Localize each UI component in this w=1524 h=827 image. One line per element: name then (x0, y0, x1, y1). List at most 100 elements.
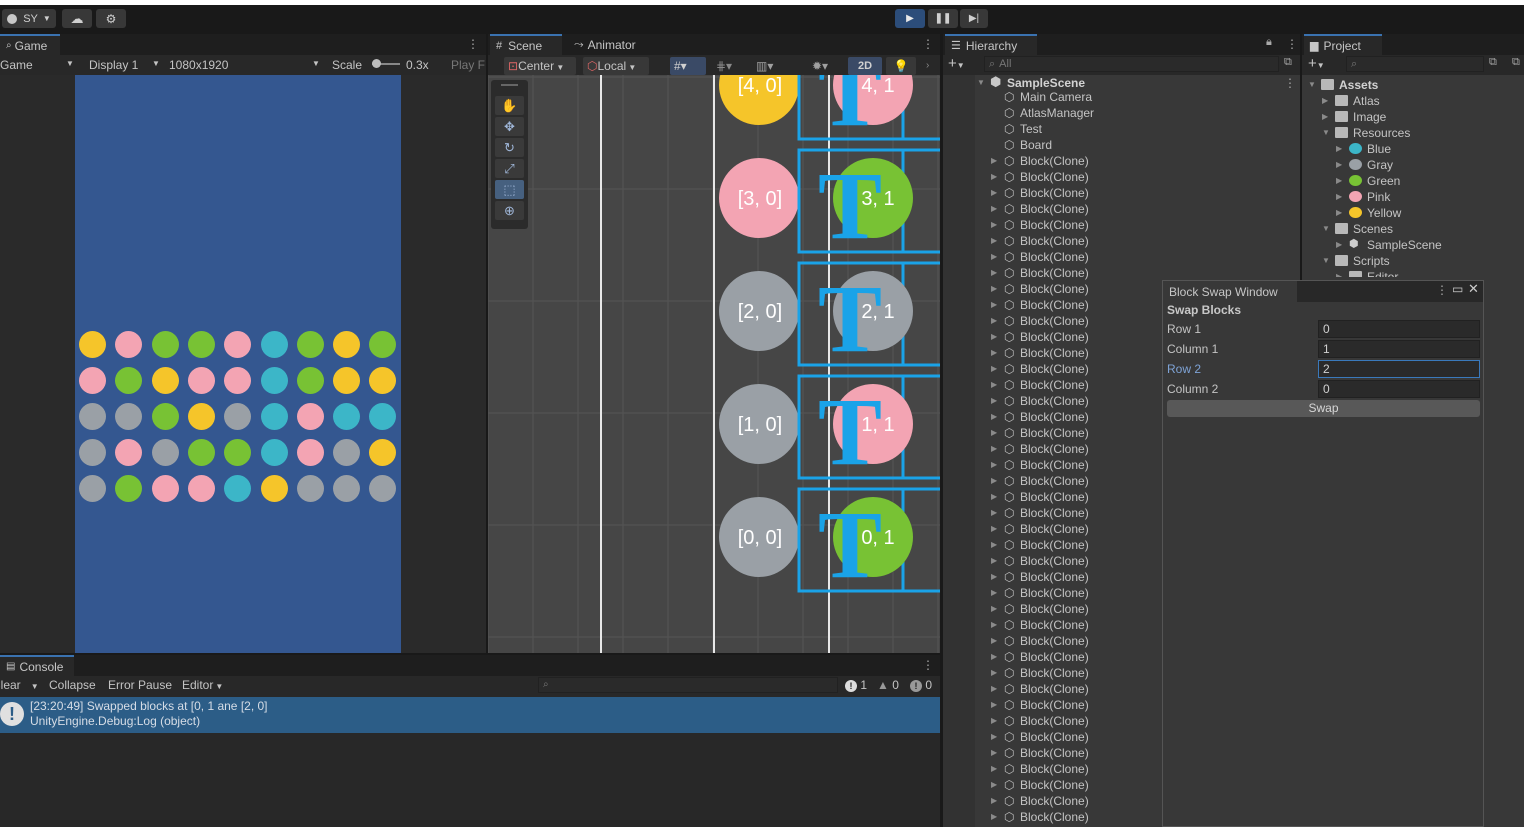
scene-view[interactable]: [4, 0] T 4, 1 [3, 0] T 3, 1 [2, 0] T 2, 1 [1, 0] T… (488, 75, 940, 653)
project-item[interactable]: ▶ Image (1306, 109, 1522, 125)
clear-button[interactable]: Clear ▼ (0, 677, 42, 695)
game-mode-dropdown[interactable]: Game ▼ (0, 58, 76, 72)
tab-project[interactable]: ▆ Project (1304, 34, 1382, 55)
scale-slider-thumb[interactable] (372, 59, 381, 68)
add-icon[interactable]: +▼ (1308, 55, 1325, 72)
space-dropdown[interactable]: ⬡Local ▼ (583, 57, 649, 75)
hierarchy-item[interactable]: ⬡ Test (943, 121, 1300, 137)
tab-block-swap[interactable]: Block Swap Window (1163, 281, 1297, 302)
expand-arrow-icon[interactable]: ▼ (1322, 125, 1330, 141)
expand-arrow-icon[interactable]: ▶ (991, 729, 997, 745)
expand-arrow-icon[interactable]: ▶ (1336, 173, 1342, 189)
lighting-button[interactable]: 💡 (886, 57, 916, 75)
expand-arrow-icon[interactable]: ▶ (1322, 93, 1328, 109)
expand-arrow-icon[interactable]: ▶ (991, 265, 997, 281)
hierarchy-item-block[interactable]: ▶ ⬡ Block(Clone) (943, 153, 1300, 169)
expand-arrow-icon[interactable]: ▼ (1322, 253, 1330, 269)
expand-arrow-icon[interactable]: ▶ (991, 553, 997, 569)
expand-arrow-icon[interactable]: ▶ (1336, 205, 1342, 221)
ruler-button[interactable]: ▥▾ (752, 57, 788, 75)
step-button[interactable]: ▶| (960, 9, 988, 28)
grid-snap-button[interactable]: #▾ (670, 57, 706, 75)
hierarchy-item-block[interactable]: ▶ ⬡ Block(Clone) (943, 249, 1300, 265)
expand-arrow-icon[interactable]: ▼ (1308, 77, 1316, 93)
expand-arrow-icon[interactable]: ▶ (1322, 109, 1328, 125)
rect-tool-icon[interactable]: ⬚ (495, 180, 524, 199)
expand-arrow-icon[interactable]: ▶ (1336, 157, 1342, 173)
editor-dropdown[interactable]: Editor ▼ (182, 677, 223, 695)
more-menu-icon[interactable]: ⋮ (467, 37, 479, 51)
expand-arrow-icon[interactable]: ▶ (991, 281, 997, 297)
scale-tool-icon[interactable]: ⤢ (495, 159, 524, 178)
project-item[interactable]: ▼ Resources (1306, 125, 1522, 141)
tab-game[interactable]: ⌕ Game (0, 34, 60, 55)
expand-arrow-icon[interactable]: ▶ (991, 361, 997, 377)
collapse-button[interactable]: Collapse (49, 677, 96, 693)
tab-animator[interactable]: ⤳ Animator (568, 34, 648, 55)
project-item[interactable]: ▶ Green (1306, 173, 1522, 189)
cloud-button[interactable]: ☁ (62, 9, 92, 28)
add-icon[interactable]: +▼ (948, 55, 965, 72)
toggle-2d-button[interactable]: 2D (848, 57, 882, 75)
expand-arrow-icon[interactable]: ▶ (991, 601, 997, 617)
project-item[interactable]: ▼ Scripts (1306, 253, 1522, 269)
expand-arrow-icon[interactable]: ▶ (991, 409, 997, 425)
expand-arrow-icon[interactable]: ▶ (991, 537, 997, 553)
column2-field[interactable]: 0 (1318, 380, 1480, 398)
expand-arrow-icon[interactable]: ▶ (991, 185, 997, 201)
settings-button[interactable]: ⚙ (96, 9, 126, 28)
play-focused-dropdown[interactable]: Play F (451, 58, 486, 72)
hierarchy-search-input[interactable]: ⌕ All (984, 56, 1279, 72)
expand-arrow-icon[interactable]: ▼ (1322, 221, 1330, 237)
expand-arrow-icon[interactable]: ▶ (991, 329, 997, 345)
expand-arrow-icon[interactable]: ▶ (991, 297, 997, 313)
expand-arrow-icon[interactable]: ▶ (991, 777, 997, 793)
project-item[interactable]: ▶ Gray (1306, 157, 1522, 173)
expand-arrow-icon[interactable]: ▶ (991, 745, 997, 761)
account-dropdown[interactable]: SY ▼ (2, 9, 56, 28)
error-pause-button[interactable]: Error Pause (108, 677, 172, 693)
expand-arrow-icon[interactable]: ▶ (991, 169, 997, 185)
maximize-icon[interactable]: ▭ (1452, 282, 1463, 296)
tab-scene[interactable]: # Scene (490, 34, 562, 55)
scene-visibility-icon[interactable]: ⧉ (1284, 56, 1292, 69)
expand-arrow-icon[interactable]: ▶ (1336, 189, 1342, 205)
expand-arrow-icon[interactable]: ▶ (1336, 269, 1342, 277)
expand-arrow-icon[interactable]: ▶ (991, 569, 997, 585)
expand-arrow-icon[interactable]: ▶ (991, 425, 997, 441)
increment-snap-button[interactable]: ⋕▾ (712, 57, 748, 75)
expand-arrow-icon[interactable]: ▶ (991, 633, 997, 649)
transform-tool-icon[interactable]: ⊕ (495, 201, 524, 220)
more-menu-icon[interactable]: ⋮ (922, 658, 934, 672)
hierarchy-item[interactable]: ⬡ Main Camera (943, 89, 1300, 105)
expand-arrow-icon[interactable]: ▶ (991, 473, 997, 489)
row2-field[interactable]: 2 (1318, 360, 1480, 378)
swap-button[interactable]: Swap (1167, 400, 1480, 417)
expand-arrow-icon[interactable]: ▶ (991, 697, 997, 713)
expand-arrow-icon[interactable]: ▶ (991, 249, 997, 265)
expand-arrow-icon[interactable]: ▶ (991, 377, 997, 393)
expand-arrow-icon[interactable]: ▶ (991, 153, 997, 169)
palette-grip[interactable] (501, 84, 518, 86)
resolution-dropdown[interactable]: 1080x1920 ▼ (169, 58, 325, 72)
hierarchy-item-block[interactable]: ▶ ⬡ Block(Clone) (943, 233, 1300, 249)
expand-arrow-icon[interactable]: ▶ (991, 217, 997, 233)
project-item[interactable]: ▶ Yellow (1306, 205, 1522, 221)
hierarchy-item-block[interactable]: ▶ ⬡ Block(Clone) (943, 265, 1300, 281)
expand-arrow-icon[interactable]: ▶ (1336, 237, 1342, 253)
expand-arrow-icon[interactable]: ▶ (991, 489, 997, 505)
tab-hierarchy[interactable]: ☰ Hierarchy (945, 34, 1037, 55)
expand-arrow-icon[interactable]: ▶ (991, 441, 997, 457)
display-dropdown[interactable]: Display 1 ▼ (89, 58, 161, 72)
hierarchy-item[interactable]: ⬡ AtlasManager (943, 105, 1300, 121)
log-entry[interactable]: ! [23:20:49] Swapped blocks at [0, 1 ane… (0, 697, 940, 733)
scale-slider[interactable] (372, 59, 400, 68)
close-icon[interactable]: ✕ (1468, 281, 1479, 297)
expand-arrow-icon[interactable]: ▶ (991, 809, 997, 825)
move-tool-icon[interactable]: ✥ (495, 117, 524, 136)
expand-arrow-icon[interactable]: ▶ (991, 345, 997, 361)
expand-arrow-icon[interactable]: ▶ (991, 521, 997, 537)
hierarchy-item[interactable]: ⬡ Board (943, 137, 1300, 153)
pause-button[interactable]: ❚❚ (928, 9, 958, 28)
expand-arrow-icon[interactable]: ▶ (991, 201, 997, 217)
